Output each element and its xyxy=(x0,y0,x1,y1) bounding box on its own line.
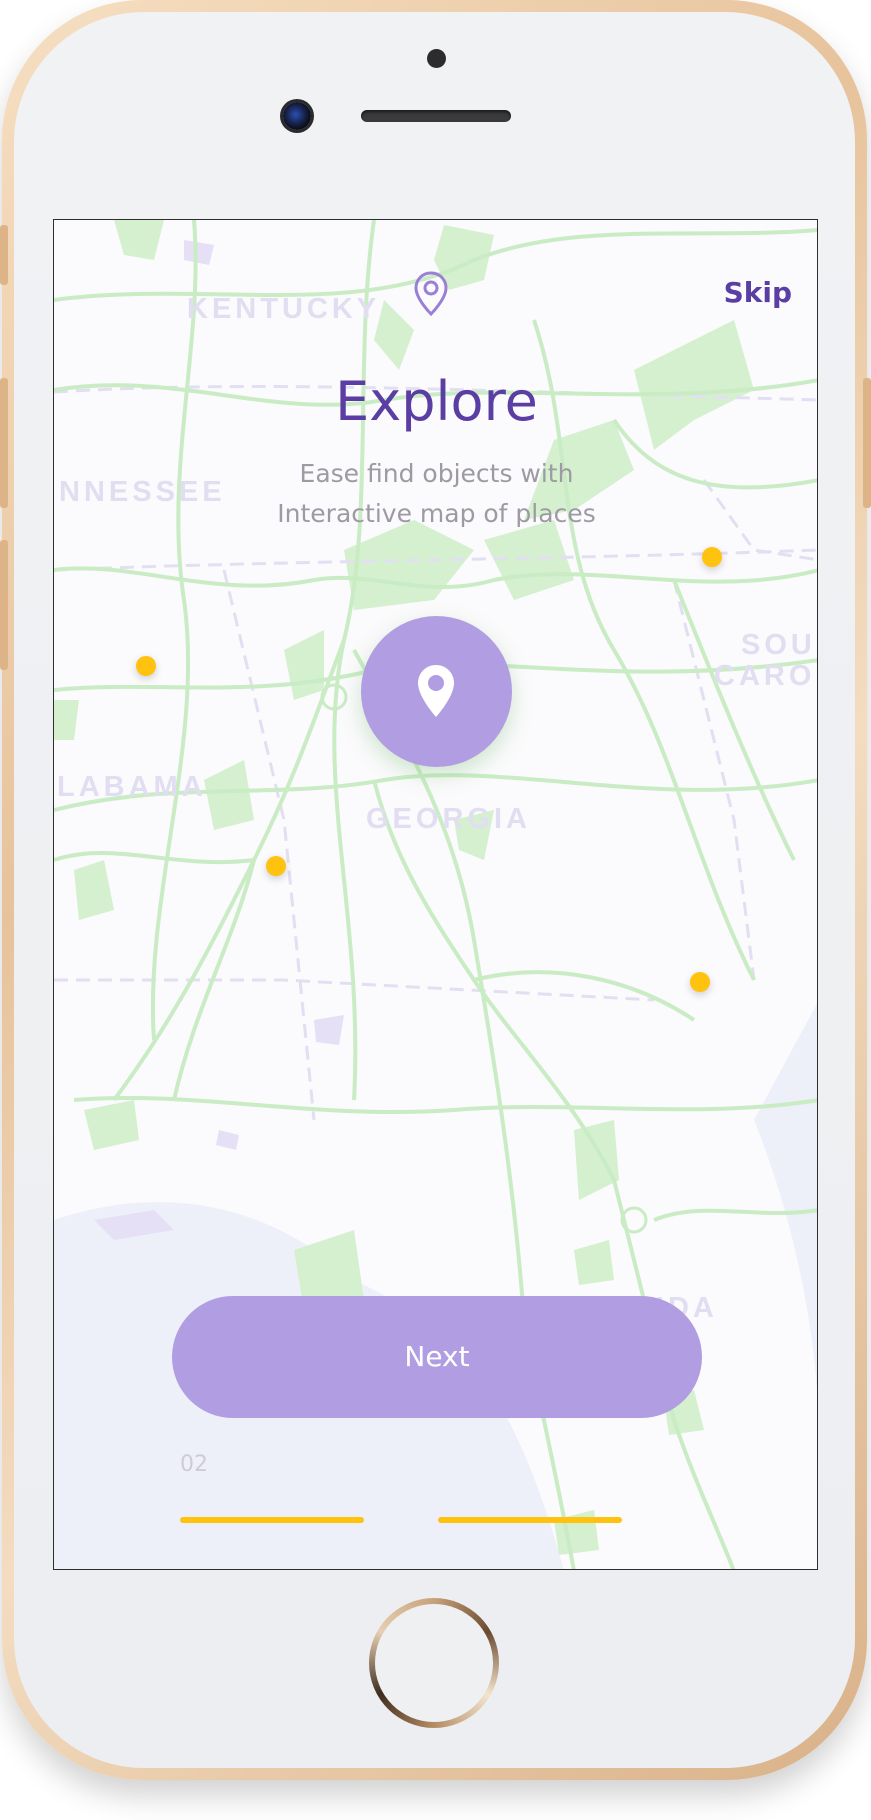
proximity-sensor xyxy=(427,49,446,68)
subtitle-line: Interactive map of places xyxy=(277,499,596,528)
map-label-south: SOU xyxy=(741,629,816,661)
volume-up-button xyxy=(0,378,8,508)
map-marker[interactable] xyxy=(702,547,722,567)
map-label-georgia: GEORGIA xyxy=(366,803,531,835)
home-button[interactable] xyxy=(369,1598,499,1728)
map-marker[interactable] xyxy=(690,972,710,992)
map-marker[interactable] xyxy=(136,656,156,676)
map-label-alabama: LABAMA xyxy=(57,771,207,803)
page-number: 02 xyxy=(180,1452,208,1477)
app-screen: KENTUCKY NNESSEE LABAMA GEORGIA SOU CARO… xyxy=(53,219,818,1570)
power-button xyxy=(863,378,871,508)
next-button[interactable]: Next xyxy=(172,1296,702,1418)
page-subtitle: Ease find objects with Interactive map o… xyxy=(54,454,817,534)
page-title: Explore xyxy=(335,370,538,433)
skip-button[interactable]: Skip xyxy=(712,276,792,316)
silent-switch xyxy=(0,225,8,285)
map-marker[interactable] xyxy=(266,856,286,876)
progress-segment xyxy=(438,1517,622,1523)
center-location-marker[interactable] xyxy=(361,616,512,767)
front-camera xyxy=(283,102,311,130)
map-label-kentucky: KENTUCKY xyxy=(187,293,381,325)
location-pin-icon xyxy=(418,665,454,717)
location-pin-outline-icon xyxy=(414,271,448,317)
volume-down-button xyxy=(0,540,8,670)
map-label-carolina: CARO xyxy=(714,660,816,692)
earpiece-speaker xyxy=(361,110,511,122)
progress-segment xyxy=(180,1517,364,1523)
subtitle-line: Ease find objects with xyxy=(299,459,574,488)
